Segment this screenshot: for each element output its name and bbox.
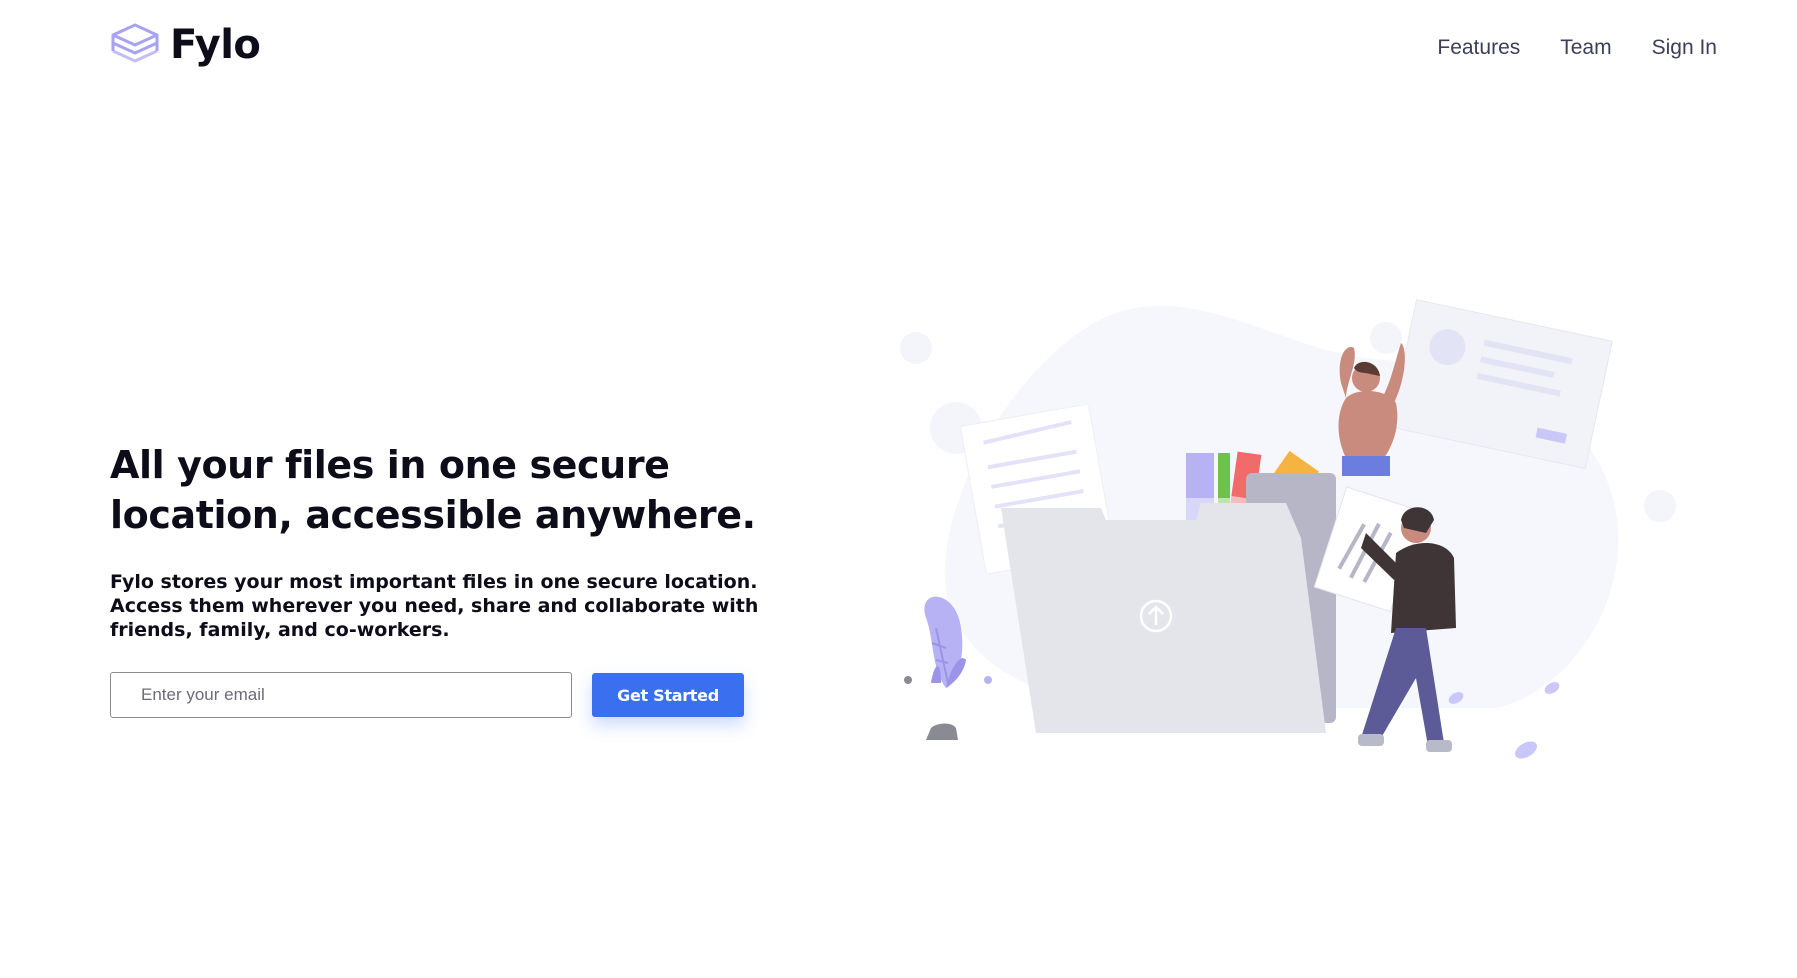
leaf-decoration xyxy=(1515,741,1537,759)
hero-section: All your files in one secure location, a… xyxy=(110,440,830,718)
hero-illustration xyxy=(900,299,1676,759)
signup-form: Get Started xyxy=(110,672,830,718)
leaf-decoration xyxy=(904,676,912,684)
stacked-layers-icon xyxy=(111,23,159,63)
decor-circle xyxy=(900,332,932,364)
rock xyxy=(926,723,958,740)
nav-link-team[interactable]: Team xyxy=(1560,36,1611,60)
nav-link-sign-in[interactable]: Sign In xyxy=(1652,36,1717,60)
main-nav: Features Team Sign In xyxy=(1437,36,1717,60)
get-started-button[interactable]: Get Started xyxy=(592,673,744,717)
swatch-purple xyxy=(1186,453,1214,498)
leaf-decoration xyxy=(984,676,992,684)
brand-name: Fylo xyxy=(170,22,261,68)
email-input[interactable] xyxy=(110,672,572,718)
nav-link-features[interactable]: Features xyxy=(1437,36,1520,60)
decor-circle xyxy=(1644,490,1676,522)
top-bar: Fylo Features Team Sign In xyxy=(0,0,1797,100)
folder xyxy=(1001,503,1326,733)
swatch-green xyxy=(1218,453,1230,498)
hero-title: All your files in one secure location, a… xyxy=(110,443,756,537)
hero-description: Fylo stores your most important files in… xyxy=(110,571,759,641)
brand-logo[interactable]: Fylo xyxy=(110,22,261,68)
decor-circle xyxy=(1370,322,1402,354)
